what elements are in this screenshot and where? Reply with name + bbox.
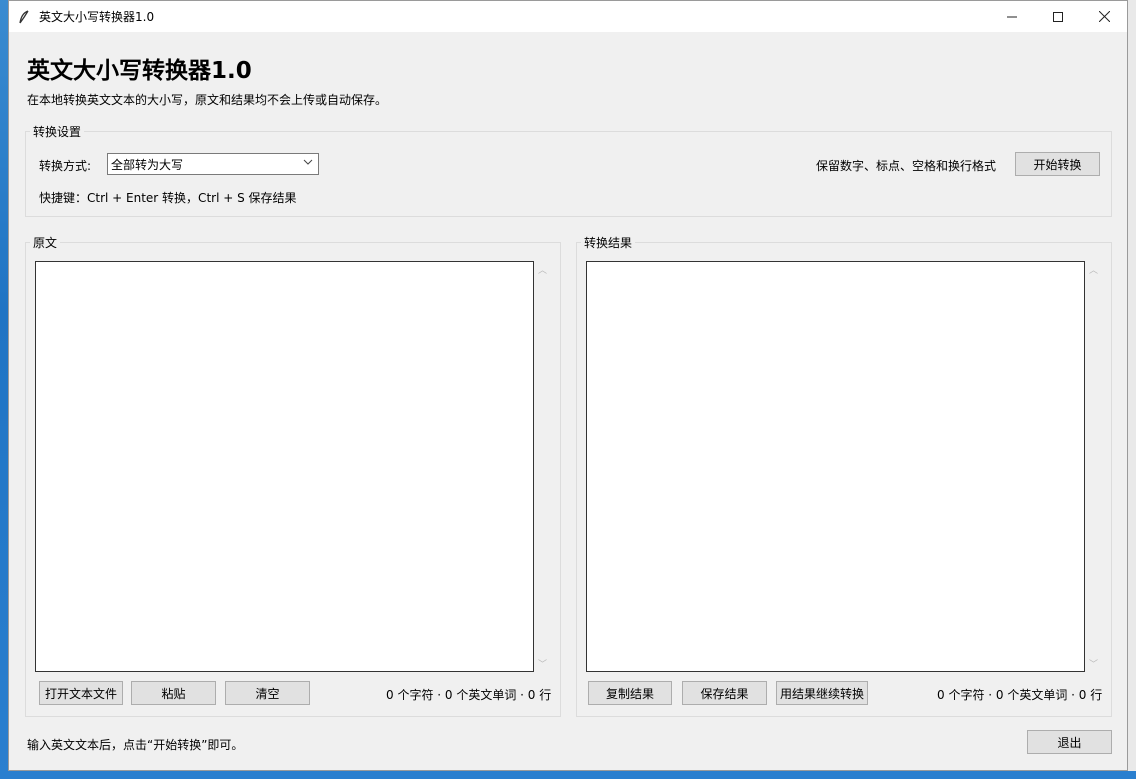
source-textarea[interactable] [35, 261, 534, 672]
exit-button[interactable]: 退出 [1027, 730, 1112, 754]
result-group-label: 转换结果 [581, 234, 636, 251]
app-window: 英文大小写转换器1.0 英文大小写转换器1.0 在本地转换英文文本的大小写，原文… [8, 0, 1128, 771]
source-group-label: 原文 [30, 234, 61, 251]
scroll-down-arrow[interactable]: ﹀ [1089, 657, 1098, 670]
scroll-up-arrow[interactable]: ︿ [538, 263, 547, 276]
maximize-button[interactable] [1035, 1, 1081, 32]
page-title: 英文大小写转换器1.0 [27, 58, 252, 84]
settings-group-label: 转换设置 [30, 123, 85, 140]
result-stats: 0 个字符 · 0 个英文单词 · 0 行 [937, 688, 1103, 702]
title-bar[interactable]: 英文大小写转换器1.0 [9, 1, 1127, 32]
mode-select-value: 全部转为大写 [111, 157, 184, 172]
page-subtitle: 在本地转换英文文本的大小写，原文和结果均不会上传或自动保存。 [27, 93, 388, 107]
chevron-down-icon[interactable] [303, 157, 313, 170]
clear-button[interactable]: 清空 [225, 681, 310, 705]
save-result-button[interactable]: 保存结果 [682, 681, 767, 705]
mode-select[interactable]: 全部转为大写 [107, 153, 319, 175]
status-text: 输入英文文本后，点击“开始转换”即可。 [27, 738, 244, 752]
result-scrollbar[interactable]: ︿ ﹀ [1085, 263, 1102, 670]
minimize-button[interactable] [989, 1, 1035, 32]
window-title: 英文大小写转换器1.0 [39, 10, 155, 24]
scroll-down-arrow[interactable]: ﹀ [538, 657, 547, 670]
close-button[interactable] [1081, 1, 1127, 32]
source-scrollbar[interactable]: ︿ ﹀ [534, 263, 551, 670]
paste-button[interactable]: 粘贴 [131, 681, 216, 705]
convert-button[interactable]: 开始转换 [1015, 152, 1100, 176]
preserve-note: 保留数字、标点、空格和换行格式 [816, 159, 997, 173]
copy-result-button[interactable]: 复制结果 [588, 681, 672, 705]
result-textarea[interactable] [586, 261, 1085, 672]
mode-label: 转换方式: [39, 159, 92, 173]
desktop-background-bottom [0, 771, 1136, 779]
continue-convert-button[interactable]: 用结果继续转换 [776, 681, 868, 705]
feather-icon [9, 9, 39, 24]
scroll-up-arrow[interactable]: ︿ [1089, 263, 1098, 276]
open-file-button[interactable]: 打开文本文件 [39, 681, 123, 705]
shortcut-hint: 快捷键：Ctrl + Enter 转换，Ctrl + S 保存结果 [39, 191, 297, 205]
source-stats: 0 个字符 · 0 个英文单词 · 0 行 [386, 688, 552, 702]
